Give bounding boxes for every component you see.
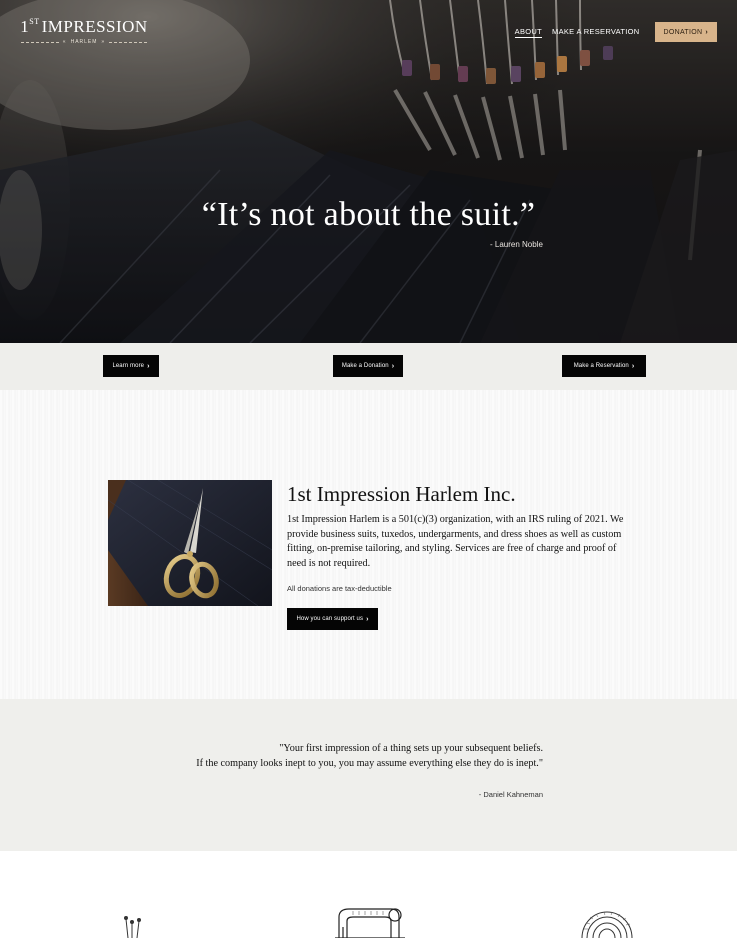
hero-overlay [0, 0, 737, 343]
make-reservation-label: Make a Reservation [573, 363, 629, 369]
sewing-machine-icon [335, 908, 405, 938]
quote-line-1: "Your first impression of a thing sets u… [279, 743, 543, 754]
nav-donation-button[interactable]: DONATION › [654, 22, 717, 42]
about-description: 1st Impression Harlem is a 501(c)(3) org… [287, 514, 624, 569]
kahneman-quote: "Your first impression of a thing sets u… [183, 742, 543, 771]
nav-make-reservation[interactable]: MAKE A RESERVATION [552, 27, 640, 37]
learn-more-label: Learn more [112, 363, 145, 369]
make-reservation-button[interactable]: Make a Reservation › [562, 355, 646, 377]
pins-icon [124, 916, 141, 938]
chevron-right-icon: › [631, 362, 635, 370]
logo-prefix: 1 [20, 17, 30, 36]
logo-divider [21, 41, 59, 43]
make-donation-button[interactable]: Make a Donation › [333, 355, 403, 377]
hero-quote: “It’s not about the suit.” [201, 196, 536, 233]
logo-wordmark: 1 ST IMPRESSION [20, 17, 148, 37]
chevron-right-icon: › [366, 615, 369, 623]
nav-about[interactable]: ABOUT [514, 27, 543, 38]
chevron-right-icon: › [147, 362, 150, 370]
quote-author: - Daniel Kahneman [478, 790, 543, 799]
learn-more-button[interactable]: Learn more › [103, 355, 159, 377]
logo-sub-text: HARLEM [70, 39, 98, 45]
quote-line-2: If the company looks inept to you, you m… [196, 757, 543, 769]
about-title: 1st Impression Harlem Inc. [287, 482, 516, 506]
main-nav: ABOUT MAKE A RESERVATION DONATION › [514, 22, 717, 42]
tape-measure-icon [581, 911, 633, 938]
support-us-button[interactable]: How you can support us › [287, 608, 378, 630]
chevron-right-icon: › [391, 362, 395, 370]
testimonial-quote-section: "Your first impression of a thing sets u… [0, 699, 737, 851]
make-donation-label: Make a Donation [341, 363, 389, 369]
support-us-label: How you can support us [296, 616, 364, 622]
hero-quote-author: - Lauren Noble [490, 240, 543, 249]
cta-strip: Learn more › Make a Donation › Make a Re… [0, 343, 737, 390]
logo-ornament-left: « [62, 39, 67, 45]
logo-subline: « HARLEM » [21, 39, 147, 45]
chevron-right-icon: › [705, 28, 708, 36]
logo-main-text: IMPRESSION [41, 17, 148, 36]
services-icons-section [0, 851, 737, 938]
logo-divider [109, 41, 147, 43]
logo-superscript: ST [29, 17, 40, 26]
site-logo[interactable]: 1 ST IMPRESSION « HARLEM » [20, 17, 148, 45]
about-section: 1st Impression Harlem Inc. 1st Impressio… [0, 390, 737, 699]
hero-section: 1 ST IMPRESSION « HARLEM » ABOUT MAKE A R… [0, 0, 737, 343]
nav-donation-label: DONATION [663, 28, 703, 36]
scissors-fabric-photo [108, 480, 272, 606]
logo-ornament-right: » [101, 39, 106, 45]
tax-deductible-note: All donations are tax-deductible [287, 584, 392, 593]
